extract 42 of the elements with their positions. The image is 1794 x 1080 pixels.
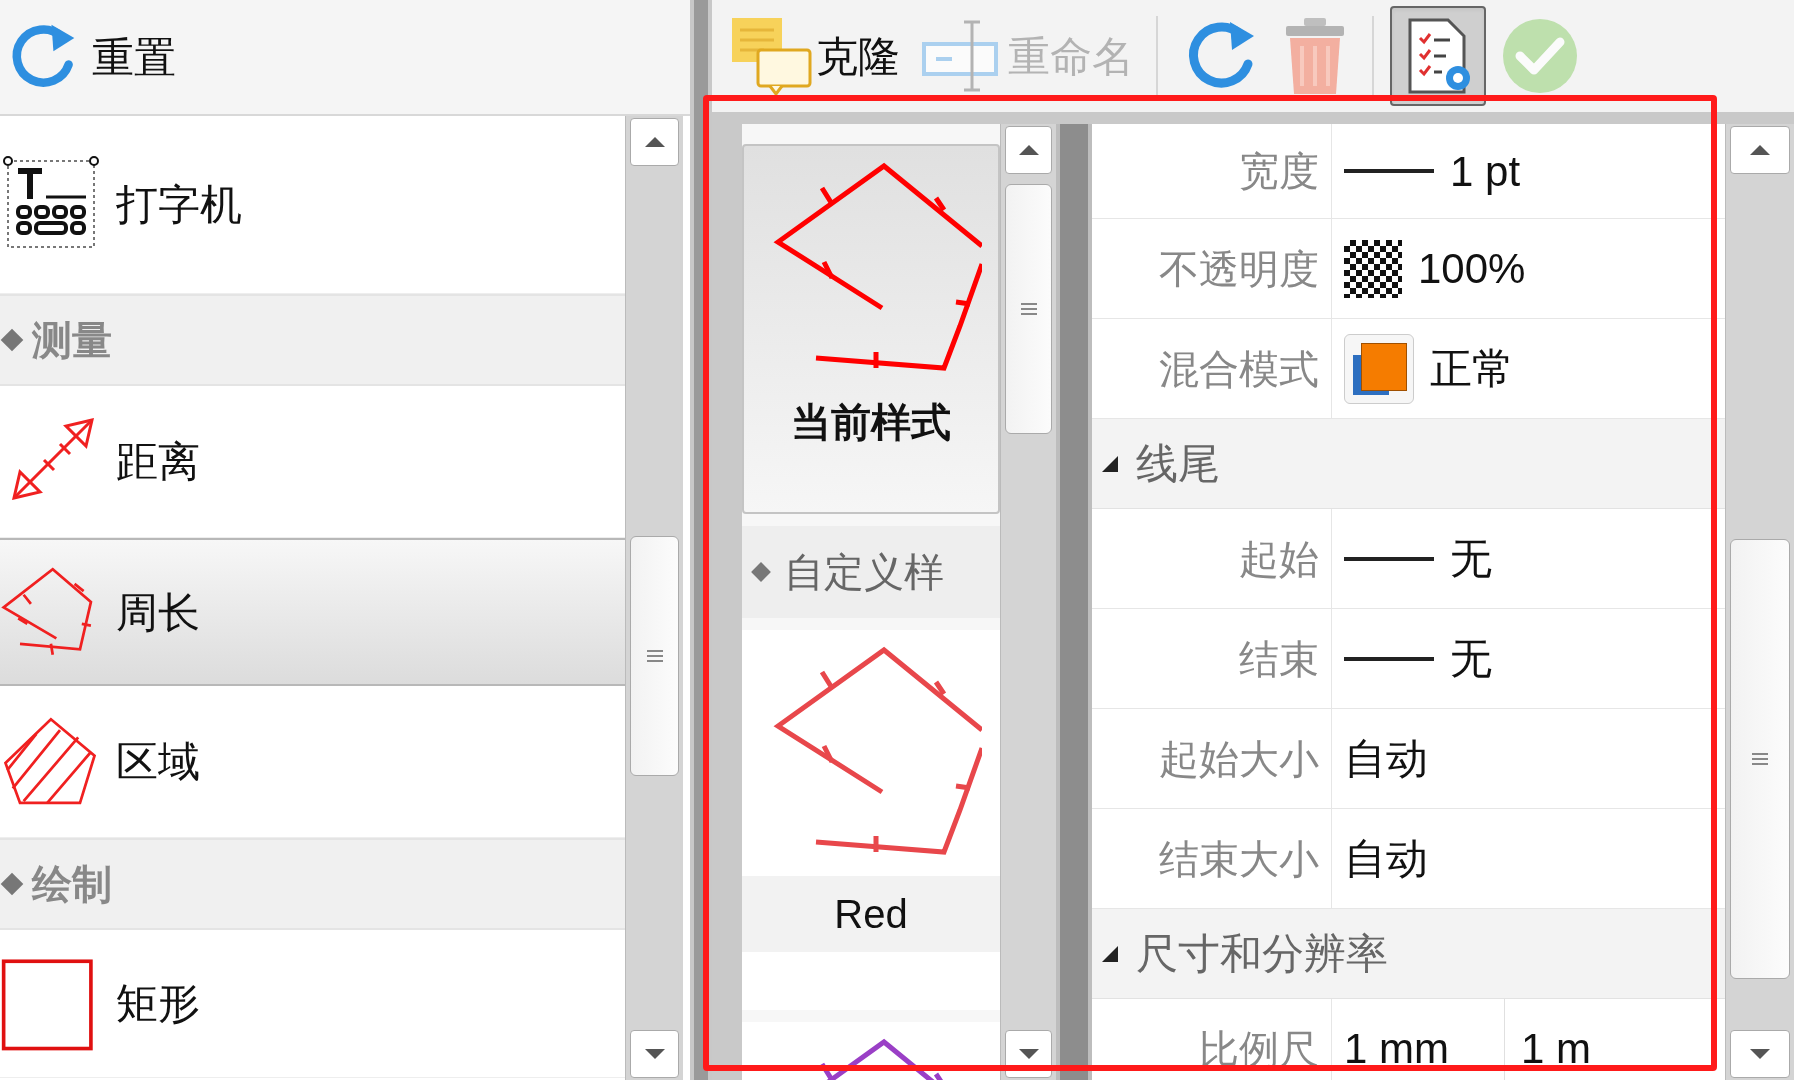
- property-label: 不透明度: [1092, 219, 1332, 318]
- property-value: 1 mm: [1344, 1024, 1449, 1074]
- line-style-icon: [1344, 169, 1434, 173]
- notes-button[interactable]: 克隆: [724, 6, 906, 106]
- scroll-down-button[interactable]: [630, 1030, 679, 1078]
- property-label: 结束: [1092, 609, 1332, 708]
- scroll-thumb[interactable]: [1005, 184, 1052, 434]
- property-label: 混合模式: [1092, 319, 1332, 418]
- line-style-icon: [1344, 556, 1434, 561]
- property-value: 1 m: [1521, 1024, 1591, 1074]
- section-header[interactable]: 线尾: [1092, 419, 1725, 509]
- notes-icon: [730, 16, 812, 96]
- tool-item[interactable]: 周长: [0, 538, 625, 686]
- property-value: 100%: [1418, 244, 1526, 294]
- property-value: 自动: [1344, 834, 1428, 884]
- scroll-up-button[interactable]: [630, 118, 679, 166]
- scroll-down-button[interactable]: [1730, 1030, 1790, 1078]
- scroll-thumb[interactable]: [630, 536, 679, 776]
- arrow-down-icon: [1748, 1047, 1772, 1061]
- style-card[interactable]: 当前样式: [742, 144, 1000, 514]
- scroll-up-button[interactable]: [1730, 126, 1790, 174]
- scroll-up-button[interactable]: [1005, 126, 1052, 174]
- property-value: 无: [1450, 534, 1492, 584]
- property-value: 正常: [1430, 344, 1514, 394]
- style-name: 当前样式: [791, 399, 951, 446]
- property-value: 1 pt: [1450, 146, 1521, 197]
- property-label: 起始大小: [1092, 709, 1332, 808]
- property-value: 无: [1450, 634, 1492, 684]
- scroll-thumb[interactable]: [1730, 539, 1790, 979]
- property-value: 自动: [1344, 734, 1428, 784]
- line-style-icon: [1344, 656, 1434, 661]
- style-name: Red: [742, 876, 1000, 952]
- arrow-up-icon: [1748, 143, 1772, 157]
- checkmark-icon: [1500, 16, 1580, 96]
- blend-mode-icon: [1344, 333, 1414, 404]
- style-card[interactable]: Red: [742, 630, 1000, 1010]
- property-label: 宽度: [1092, 124, 1332, 218]
- property-label: 结束大小: [1092, 809, 1332, 908]
- property-label: 起始: [1092, 509, 1332, 608]
- category-header[interactable]: 自定义样: [742, 526, 1000, 618]
- document-gear-button[interactable]: [1390, 6, 1486, 106]
- section-header[interactable]: 尺寸和分辨率: [1092, 909, 1725, 999]
